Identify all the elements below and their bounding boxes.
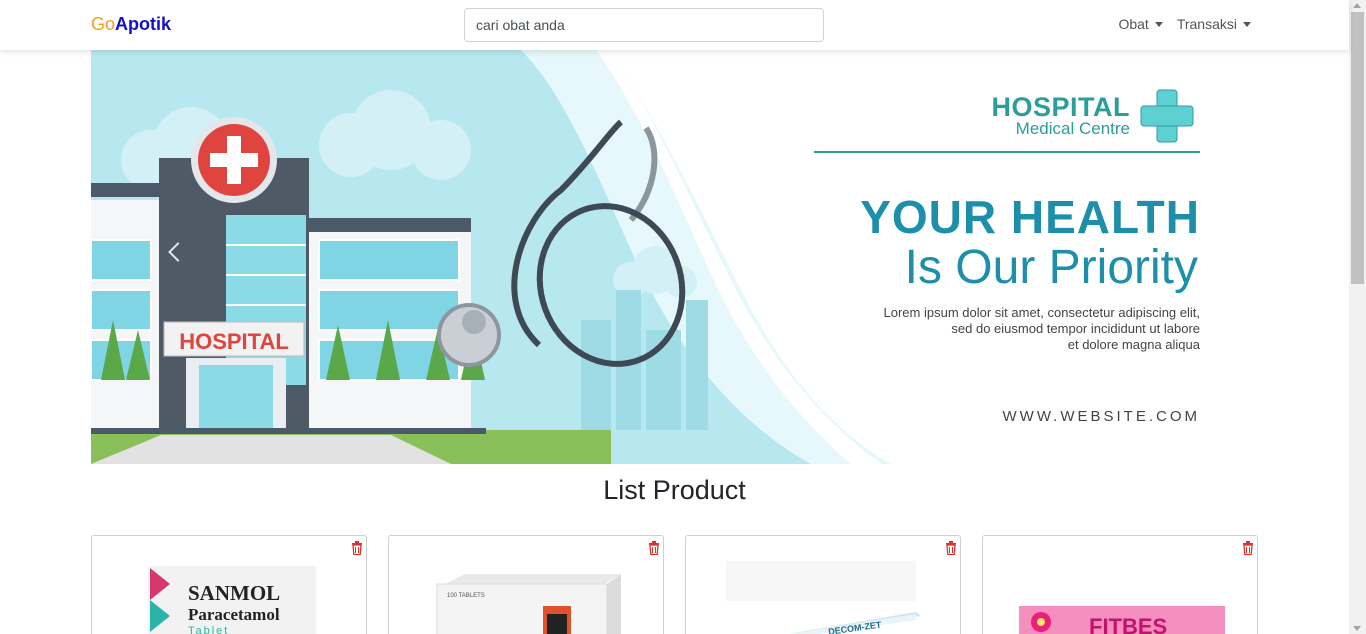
product-brand-text: SANMOL [188, 581, 280, 605]
search-input[interactable]: cari obat anda [464, 8, 824, 42]
navbar: GoApotik cari obat anda Obat Transaksi [0, 0, 1349, 50]
banner-lorem-line-2: sed do eiusmod tempor incididunt ut labo… [951, 321, 1200, 336]
list-product-title: List Product [603, 475, 746, 505]
nav-dropdown-transaksi[interactable]: Transaksi [1177, 16, 1251, 32]
nav-label-transaksi: Transaksi [1176, 16, 1237, 32]
banner-lorem-line-1: Lorem ipsum dolor sit amet, consectetur … [883, 305, 1200, 320]
product-image-tablets-box: 100 TABLETS [436, 574, 621, 634]
banner-divider [814, 151, 1200, 153]
trash-icon[interactable] [351, 541, 363, 555]
product-card[interactable]: SANMOL Paracetamol Tablet [91, 535, 367, 634]
product-card[interactable]: DECOM-ZET [685, 535, 961, 634]
banner-headline-1: YOUR HEALTH [860, 191, 1200, 243]
brand-suffix: Apotik [115, 14, 172, 34]
product-card[interactable]: 100 TABLETS [388, 535, 664, 634]
product-label-text: 100 TABLETS [447, 593, 485, 599]
product-card[interactable]: FITBES [982, 535, 1258, 634]
banner-lorem-line-3: et dolore magna aliqua [1067, 337, 1200, 352]
page-scrollbar[interactable] [1349, 0, 1366, 634]
banner-headline-2: Is Our Priority [904, 241, 1198, 294]
banner-website: WWW.WEBSITE.COM [1002, 408, 1200, 425]
product-name-text: Paracetamol [188, 605, 280, 624]
nav-label-obat: Obat [1118, 16, 1149, 32]
trash-icon[interactable] [945, 541, 957, 555]
chevron-left-icon [168, 242, 188, 262]
brand-prefix: Go [91, 14, 116, 34]
search-placeholder: cari obat anda [476, 17, 565, 33]
scroll-up-icon[interactable] [1353, 3, 1361, 8]
brand-logo[interactable]: GoApotik [91, 14, 171, 35]
product-label-text: DECOM-ZET [828, 619, 883, 634]
trash-icon[interactable] [648, 541, 660, 555]
product-image-decom-zet: DECOM-ZET [726, 561, 921, 634]
scroll-thumb[interactable] [1351, 12, 1364, 284]
banner-lorem: Lorem ipsum dolor sit amet, consectetur … [780, 305, 1200, 353]
product-image-sanmol: SANMOL Paracetamol Tablet [148, 566, 316, 634]
carousel-prev-button[interactable] [91, 50, 271, 464]
product-brand-text: FITBES [1089, 614, 1167, 634]
product-form-text: Tablet [188, 625, 229, 634]
caret-down-icon [1154, 21, 1163, 27]
nav-dropdown-obat[interactable]: Obat [1118, 16, 1163, 32]
nav-menu: Obat Transaksi [1118, 16, 1251, 32]
scroll-down-icon[interactable] [1353, 626, 1361, 631]
product-image-fitbes: FITBES [1019, 606, 1225, 634]
banner-hospital-subtitle: Medical Centre [1015, 119, 1130, 138]
trash-icon[interactable] [1242, 541, 1254, 555]
caret-down-icon [1243, 21, 1251, 27]
